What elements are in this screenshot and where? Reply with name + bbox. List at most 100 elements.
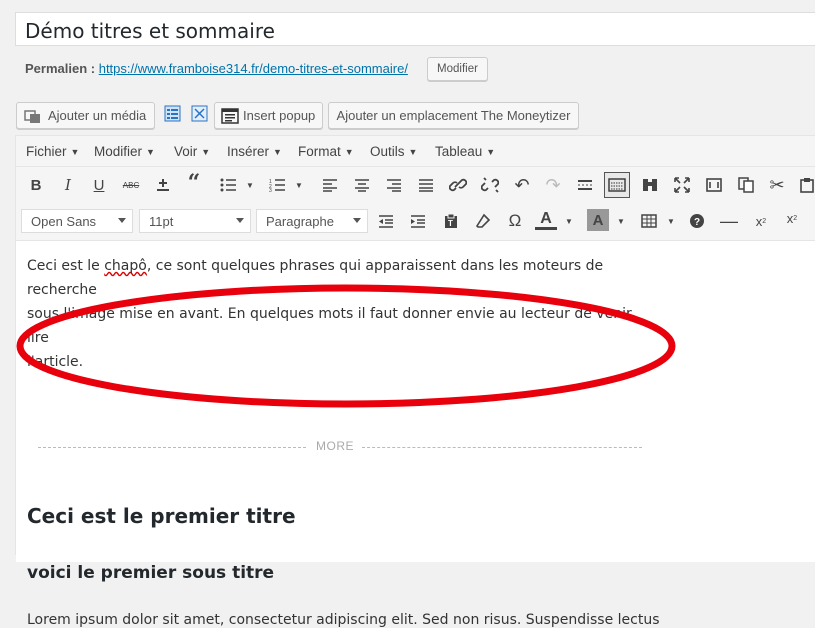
chevron-down-icon: ▼ <box>408 147 418 157</box>
menu-fichier-label: Fichier <box>26 144 67 159</box>
editor-content[interactable]: Ceci est le chapô, ce sont quelques phra… <box>16 242 815 628</box>
chevron-down-icon: ▼ <box>273 147 282 157</box>
add-media-button[interactable]: Ajouter un média <box>16 102 155 129</box>
formatting-toolbar-2: Open Sans 11pt Paragraphe T Ω A ▼ A ▼ ▼ … <box>16 201 815 241</box>
editor-menubar: Fichier ▼ Modifier ▼ Voir ▼ Insérer ▼ Format… <box>16 136 815 167</box>
paste-icon[interactable] <box>796 174 815 196</box>
align-center-icon[interactable] <box>351 174 373 196</box>
menu-format[interactable]: Format ▼ <box>298 144 354 159</box>
permalink-url[interactable]: https://www.framboise314.fr/demo-titres-… <box>99 61 408 76</box>
chevron-down-icon[interactable]: ▼ <box>239 174 261 196</box>
chevron-down-icon <box>353 218 361 223</box>
read-more-icon[interactable] <box>574 174 596 196</box>
fullscreen-icon[interactable] <box>671 174 693 196</box>
chevron-down-icon[interactable]: ▼ <box>288 174 310 196</box>
insert-popup-button[interactable]: Insert popup <box>214 102 323 129</box>
unlink-icon[interactable] <box>479 174 501 196</box>
svg-text:?: ? <box>694 217 700 228</box>
underline-icon[interactable]: U <box>88 174 110 196</box>
indent-icon[interactable] <box>407 210 429 232</box>
close-box-icon[interactable] <box>191 105 208 122</box>
chapo-text: Ceci est le <box>27 258 105 274</box>
numbered-list-icon[interactable]: 123 <box>266 174 288 196</box>
chevron-down-icon: ▼ <box>201 147 211 157</box>
menu-fichier[interactable]: Fichier ▼ <box>26 144 79 159</box>
chevron-down-icon: ▼ <box>70 147 80 157</box>
chevron-down-icon: ▼ <box>146 147 155 157</box>
link-icon[interactable] <box>447 174 469 196</box>
read-more-separator: MORE <box>38 439 642 454</box>
font-size-select[interactable]: 11pt <box>139 209 251 233</box>
align-left-icon[interactable] <box>319 174 341 196</box>
redo-icon[interactable]: ↷ <box>542 174 564 196</box>
svg-text:T: T <box>448 219 453 228</box>
moneytizer-label: Ajouter un emplacement The Moneytizer <box>336 108 571 123</box>
insert-popup-label: Insert popup <box>243 108 316 123</box>
heading-2: voici le premier sous titre <box>27 563 275 583</box>
menu-outils[interactable]: Outils ▼ <box>370 144 417 159</box>
chevron-down-icon <box>236 218 244 223</box>
chapo-text: l'article. <box>27 354 84 370</box>
italic-icon[interactable]: I <box>57 174 79 196</box>
copy-icon[interactable] <box>735 174 757 196</box>
menu-tableau-label: Tableau <box>435 144 483 159</box>
menu-tableau[interactable]: Tableau ▼ <box>435 144 495 159</box>
menu-modifier[interactable]: Modifier ▼ <box>94 144 155 159</box>
popup-icon <box>221 107 239 124</box>
table-of-contents-icon[interactable] <box>164 105 181 122</box>
menu-inserer[interactable]: Insérer ▼ <box>227 144 282 159</box>
justify-icon[interactable] <box>415 174 437 196</box>
chevron-down-icon[interactable]: ▼ <box>610 210 632 232</box>
post-title: Démo titres et sommaire <box>25 19 275 43</box>
subscript-icon[interactable]: x2 <box>750 210 772 232</box>
modify-permalink-button[interactable]: Modifier <box>427 57 488 81</box>
heading-1: Ceci est le premier titre <box>27 504 296 528</box>
undo-icon[interactable]: ↶ <box>511 174 533 196</box>
font-family-select[interactable]: Open Sans <box>21 209 133 233</box>
svg-text:3: 3 <box>269 188 272 192</box>
modify-permalink-label: Modifier <box>437 63 478 75</box>
chapo-text: sous l'image mise en avant. En quelques … <box>27 306 632 346</box>
clear-formatting-icon[interactable] <box>472 210 494 232</box>
chevron-down-icon[interactable]: ▼ <box>660 210 682 232</box>
paste-text-icon[interactable]: T <box>440 210 462 232</box>
cut-icon[interactable]: ✂ <box>766 174 788 196</box>
help-icon[interactable]: ? <box>686 210 708 232</box>
bold-icon[interactable]: B <box>25 174 47 196</box>
add-media-label: Ajouter un média <box>48 108 147 123</box>
more-divider-left <box>38 447 306 448</box>
menu-outils-label: Outils <box>370 144 405 159</box>
superscript-icon[interactable]: x2 <box>781 207 803 229</box>
chevron-down-icon: ▼ <box>344 147 354 157</box>
text-color-icon[interactable]: A <box>535 210 557 230</box>
find-icon[interactable] <box>639 174 661 196</box>
horizontal-line-icon[interactable]: — <box>718 210 740 232</box>
background-color-icon[interactable]: A <box>587 209 609 231</box>
menu-voir[interactable]: Voir ▼ <box>174 144 210 159</box>
font-family-value: Open Sans <box>31 213 97 229</box>
table-icon[interactable] <box>638 210 660 232</box>
chapo-paragraph: Ceci est le chapô, ce sont quelques phra… <box>27 254 647 374</box>
editor: Fichier ▼ Modifier ▼ Voir ▼ Insérer ▼ Format… <box>15 135 815 628</box>
toolbar-toggle-icon[interactable] <box>604 172 630 198</box>
media-embed-icon[interactable] <box>703 174 725 196</box>
font-size-value: 11pt <box>149 213 174 229</box>
align-right-icon[interactable] <box>383 174 405 196</box>
insert-icon[interactable] <box>152 174 174 196</box>
blockquote-icon[interactable]: “ <box>183 170 205 196</box>
strikethrough-icon[interactable]: ABC <box>120 174 142 196</box>
block-format-value: Paragraphe <box>266 213 334 229</box>
permalink-label: Permalien : <box>25 61 96 76</box>
chevron-down-icon[interactable]: ▼ <box>558 210 580 232</box>
moneytizer-button[interactable]: Ajouter un emplacement The Moneytizer <box>328 102 579 129</box>
block-format-select[interactable]: Paragraphe <box>256 209 368 233</box>
formatting-toolbar-1: B I U ABC “ ▼ 123 ▼ ↶ ↷ ✂ <box>16 167 815 201</box>
outdent-icon[interactable] <box>375 210 397 232</box>
permalink-row: Permalien : https://www.framboise314.fr/… <box>25 61 408 76</box>
post-title-field[interactable]: Démo titres et sommaire <box>15 12 815 46</box>
bullet-list-icon[interactable] <box>217 174 239 196</box>
menu-modifier-label: Modifier <box>94 144 143 159</box>
menu-format-label: Format <box>298 144 341 159</box>
special-character-icon[interactable]: Ω <box>504 210 526 232</box>
chevron-down-icon: ▼ <box>486 147 496 157</box>
